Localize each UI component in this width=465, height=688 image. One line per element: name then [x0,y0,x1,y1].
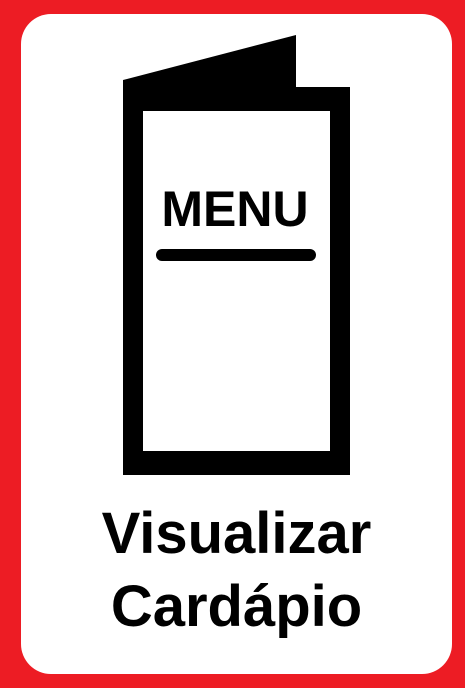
button-label-line2: Cardápio [110,574,363,639]
menu-icon-text: MENU [161,181,308,237]
menu-booklet-icon: MENU [123,35,350,475]
view-menu-button[interactable]: MENU Visualizar Cardápio [21,14,452,674]
button-label-line1: Visualizar [101,501,372,566]
